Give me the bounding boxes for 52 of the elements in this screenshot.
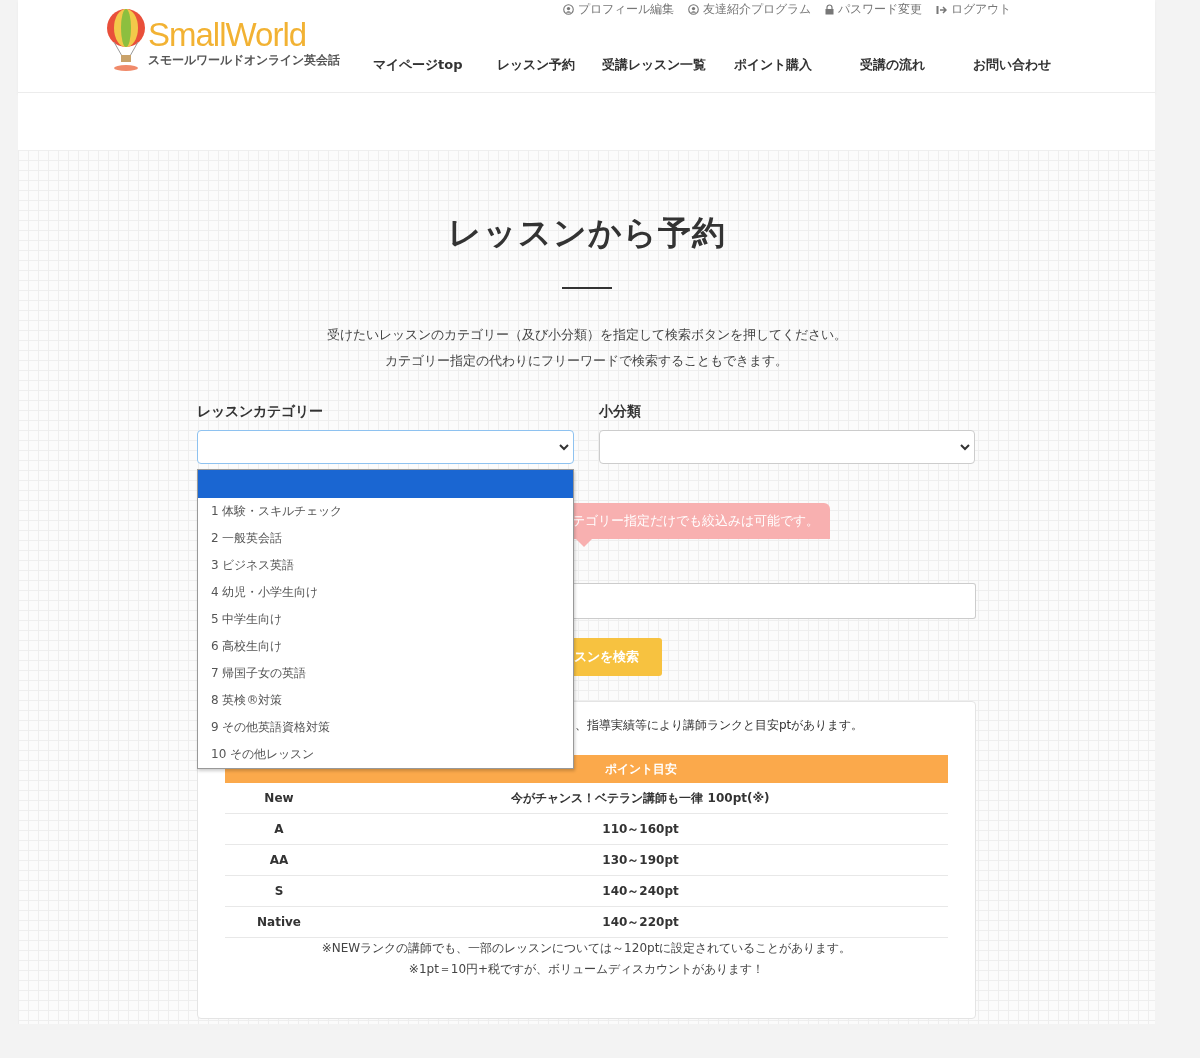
user-icon <box>563 4 574 15</box>
rank-cell-text: A <box>273 822 285 836</box>
account-link[interactable]: パスワード変更 <box>825 1 922 18</box>
user-icon <box>688 4 699 15</box>
dropdown-option[interactable]: 10 その他レッスン <box>198 741 573 768</box>
account-link[interactable]: ログアウト <box>936 1 1011 18</box>
dropdown-option[interactable]: 6 高校生向け <box>198 633 573 660</box>
subcategory-select[interactable] <box>599 430 975 464</box>
dropdown-option[interactable]: 1 体験・スキルチェック <box>198 498 573 525</box>
dropdown-option[interactable]: 9 その他英語資格対策 <box>198 714 573 741</box>
dropdown-option[interactable] <box>198 470 573 498</box>
nav-link[interactable]: レッスン予約 <box>497 56 602 74</box>
points-cell-text: 140～220pt <box>601 913 680 931</box>
dropdown-option[interactable]: 8 英検®対策 <box>198 687 573 714</box>
dropdown-option[interactable]: 3 ビジネス英語 <box>198 552 573 579</box>
dropdown-option[interactable]: 2 一般英会話 <box>198 525 573 552</box>
rank-cell-text: New <box>263 791 295 805</box>
logo-tagline: スモールワールドオンライン英会話 <box>148 52 340 69</box>
dropdown-option[interactable]: 7 帰国子女の英語 <box>198 660 573 687</box>
balloon-logo-icon <box>106 8 146 72</box>
column-header: ポイント目安 <box>603 760 678 778</box>
description-text: カテゴリー指定の代わりにフリーワードで検索することもできます。 <box>385 353 788 369</box>
rank-cell-text: S <box>273 884 285 898</box>
points-cell-text: 今がチャンス！ベテラン講師も一律 100pt(※) <box>510 789 771 807</box>
description-text: 受けたいレッスンのカテゴリー（及び小分類）を指定して検索ボタンを押してください。 <box>326 327 847 343</box>
account-link[interactable]: 友達紹介プログラム <box>688 1 811 18</box>
points-cell-text: 140～240pt <box>601 882 680 900</box>
note-text: ※NEWランクの講師でも、一部のレッスンについては～120ptに設定されていることがあります。 <box>320 940 853 957</box>
page-title: レッスンから予約 <box>447 212 726 254</box>
points-cell-text: 110～160pt <box>601 820 680 838</box>
note-text: ※1pt＝10円+税ですが、ボリュームディスカウントがあります！ <box>407 961 766 978</box>
category-select[interactable] <box>197 430 574 464</box>
field-label: 小分類 <box>599 403 642 421</box>
dropdown-option[interactable]: 4 幼児・小学生向け <box>198 579 573 606</box>
rank-intro-text: 、指導実績等により講師ランクと目安ptがあります。 <box>575 717 865 734</box>
rank-cell-text: Native <box>256 915 302 929</box>
hint-tooltip: テゴリー指定だけでも絞込みは可能です。 <box>572 503 830 547</box>
nav-link[interactable]: 受講レッスン一覧 <box>602 56 734 74</box>
points-cell-text: 130～190pt <box>601 851 680 869</box>
logout-icon <box>936 4 947 15</box>
nav-link[interactable]: ポイント購入 <box>734 56 860 74</box>
lock-icon <box>825 4 834 15</box>
dropdown-option[interactable]: 5 中学生向け <box>198 606 573 633</box>
nav-link[interactable]: 受講の流れ <box>860 56 973 74</box>
field-label: レッスンカテゴリー <box>197 403 324 421</box>
keyword-field[interactable] <box>572 583 976 619</box>
nav-link[interactable]: マイページtop <box>373 56 497 74</box>
account-link[interactable]: プロフィール編集 <box>563 1 674 18</box>
chevron-down-icon <box>559 443 569 451</box>
nav-link[interactable]: お問い合わせ <box>973 56 1051 74</box>
rank-cell-text: AA <box>268 853 290 867</box>
chevron-down-icon <box>960 443 970 451</box>
